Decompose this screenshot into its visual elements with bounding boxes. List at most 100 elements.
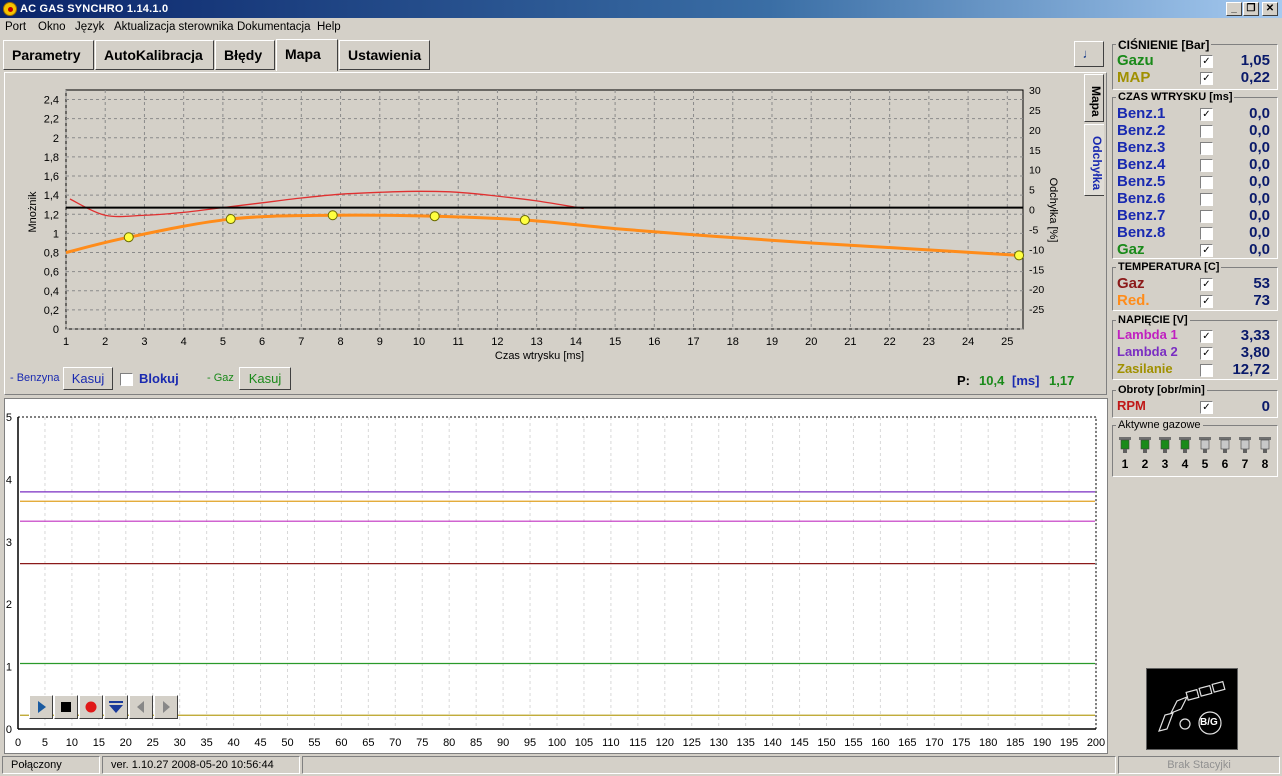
injector-icon (1159, 437, 1171, 453)
x-tick-label: 135 (736, 737, 754, 749)
save-button[interactable] (104, 695, 128, 719)
injectors-group (1112, 425, 1278, 477)
injection-checkbox-8[interactable]: ✓ (1200, 244, 1213, 257)
x-tick-label: 180 (979, 737, 997, 749)
voltage-checkbox-1[interactable]: ✓ (1200, 347, 1213, 360)
injection-value-7: 0,0 (1249, 224, 1270, 241)
x-tick-label: 35 (201, 737, 213, 749)
x-tick-label: 200 (1087, 737, 1105, 749)
voltage-title: NAPIĘCIE [V] (1116, 314, 1190, 326)
injection-title: CZAS WTRYSKU [ms] (1116, 91, 1235, 103)
x-tick-label: 10 (66, 737, 78, 749)
logo-graphic (1158, 680, 1226, 735)
injector-icon (1259, 437, 1271, 453)
x-tick-label: 120 (656, 737, 674, 749)
injection-value-5: 0,0 (1249, 190, 1270, 207)
injection-checkbox-0[interactable]: ✓ (1200, 108, 1213, 121)
temperature-checkbox-0[interactable]: ✓ (1200, 278, 1213, 291)
logo-text: B/G (1200, 717, 1218, 728)
injection-label-8: Gaz (1117, 241, 1145, 258)
x-tick-label: 80 (443, 737, 455, 749)
injection-value-4: 0,0 (1249, 173, 1270, 190)
voltage-label-1: Lambda 2 (1117, 344, 1178, 359)
x-tick-label: 125 (683, 737, 701, 749)
injection-label-5: Benz.6 (1117, 190, 1166, 207)
status-ignition: Brak Stacyjki (1118, 756, 1280, 774)
chevron-left-icon (137, 701, 144, 713)
voltage-value-2: 12,72 (1232, 361, 1270, 378)
injector-icon (1199, 437, 1211, 453)
injectors-title: Aktywne gazowe (1116, 419, 1203, 431)
y-tick-label: 0 (6, 724, 12, 736)
injection-checkbox-5[interactable] (1200, 193, 1213, 206)
next-button[interactable] (154, 695, 178, 719)
play-button[interactable] (29, 695, 53, 719)
x-tick-label: 70 (389, 737, 401, 749)
pressure-value-1: 0,22 (1240, 69, 1270, 86)
x-tick-label: 175 (952, 737, 970, 749)
injection-checkbox-4[interactable] (1200, 176, 1213, 189)
download-icon (109, 701, 123, 713)
y-tick-label: 3 (6, 537, 12, 549)
x-tick-label: 15 (93, 737, 105, 749)
stop-button[interactable] (54, 695, 78, 719)
record-button[interactable] (79, 695, 103, 719)
injection-value-2: 0,0 (1249, 139, 1270, 156)
injection-label-3: Benz.4 (1117, 156, 1166, 173)
x-tick-label: 105 (575, 737, 593, 749)
injector-icon (1219, 437, 1231, 453)
x-tick-label: 95 (524, 737, 536, 749)
x-tick-label: 170 (925, 737, 943, 749)
injection-value-0: 0,0 (1249, 105, 1270, 122)
x-tick-label: 40 (227, 737, 239, 749)
injection-checkbox-1[interactable] (1200, 125, 1213, 138)
stop-icon (61, 702, 71, 712)
injector-number: 1 (1121, 457, 1129, 471)
x-tick-label: 30 (174, 737, 186, 749)
voltage-value-1: 3,80 (1240, 344, 1270, 361)
injection-label-0: Benz.1 (1117, 105, 1166, 122)
prev-button[interactable] (129, 695, 153, 719)
voltage-label-2: Zasilanie (1117, 361, 1173, 376)
pressure-title: CIŚNIENIE [Bar] (1116, 38, 1212, 52)
y-tick-label: 2 (6, 599, 12, 611)
injection-label-6: Benz.7 (1117, 207, 1166, 224)
injection-value-8: 0,0 (1249, 241, 1270, 258)
x-tick-label: 130 (710, 737, 728, 749)
chevron-right-icon (163, 701, 170, 713)
temperature-checkbox-1[interactable]: ✓ (1200, 295, 1213, 308)
x-tick-label: 85 (470, 737, 482, 749)
voltage-checkbox-2[interactable] (1200, 364, 1213, 377)
injector-icon (1179, 437, 1191, 453)
play-icon (38, 701, 46, 713)
injection-checkbox-3[interactable] (1200, 159, 1213, 172)
injector-number: 5 (1201, 457, 1209, 471)
rpm-title: Obroty [obr/min] (1116, 384, 1207, 396)
y-tick-label: 1 (6, 662, 12, 674)
injection-checkbox-6[interactable] (1200, 210, 1213, 223)
pressure-checkbox-0[interactable]: ✓ (1200, 55, 1213, 68)
x-tick-label: 75 (416, 737, 428, 749)
injector-number: 7 (1241, 457, 1249, 471)
injection-checkbox-7[interactable] (1200, 227, 1213, 240)
temperature-value-1: 73 (1253, 292, 1270, 309)
rpm-checkbox-0[interactable]: ✓ (1200, 401, 1213, 414)
voltage-checkbox-0[interactable]: ✓ (1200, 330, 1213, 343)
x-tick-label: 45 (254, 737, 266, 749)
x-tick-label: 20 (120, 737, 132, 749)
pressure-checkbox-1[interactable]: ✓ (1200, 72, 1213, 85)
injector-icon (1119, 437, 1131, 453)
x-tick-label: 65 (362, 737, 374, 749)
injection-label-1: Benz.2 (1117, 122, 1166, 139)
status-version: ver. 1.10.27 2008-05-20 10:56:44 (102, 756, 300, 774)
x-tick-label: 190 (1033, 737, 1051, 749)
injection-checkbox-2[interactable] (1200, 142, 1213, 155)
voltage-label-0: Lambda 1 (1117, 327, 1178, 342)
injection-value-6: 0,0 (1249, 207, 1270, 224)
x-tick-label: 140 (763, 737, 781, 749)
injection-label-7: Benz.8 (1117, 224, 1166, 241)
live-graph[interactable]: 0 5 10 15 20 25 30 35 40 45 50 55 60 65 70 75 80 85 90 95 10… (0, 0, 1110, 756)
injector-icon (1239, 437, 1251, 453)
temperature-title: TEMPERATURA [C] (1116, 261, 1222, 273)
status-bar: Połączony ver. 1.10.27 2008-05-20 10:56:… (0, 755, 1282, 776)
